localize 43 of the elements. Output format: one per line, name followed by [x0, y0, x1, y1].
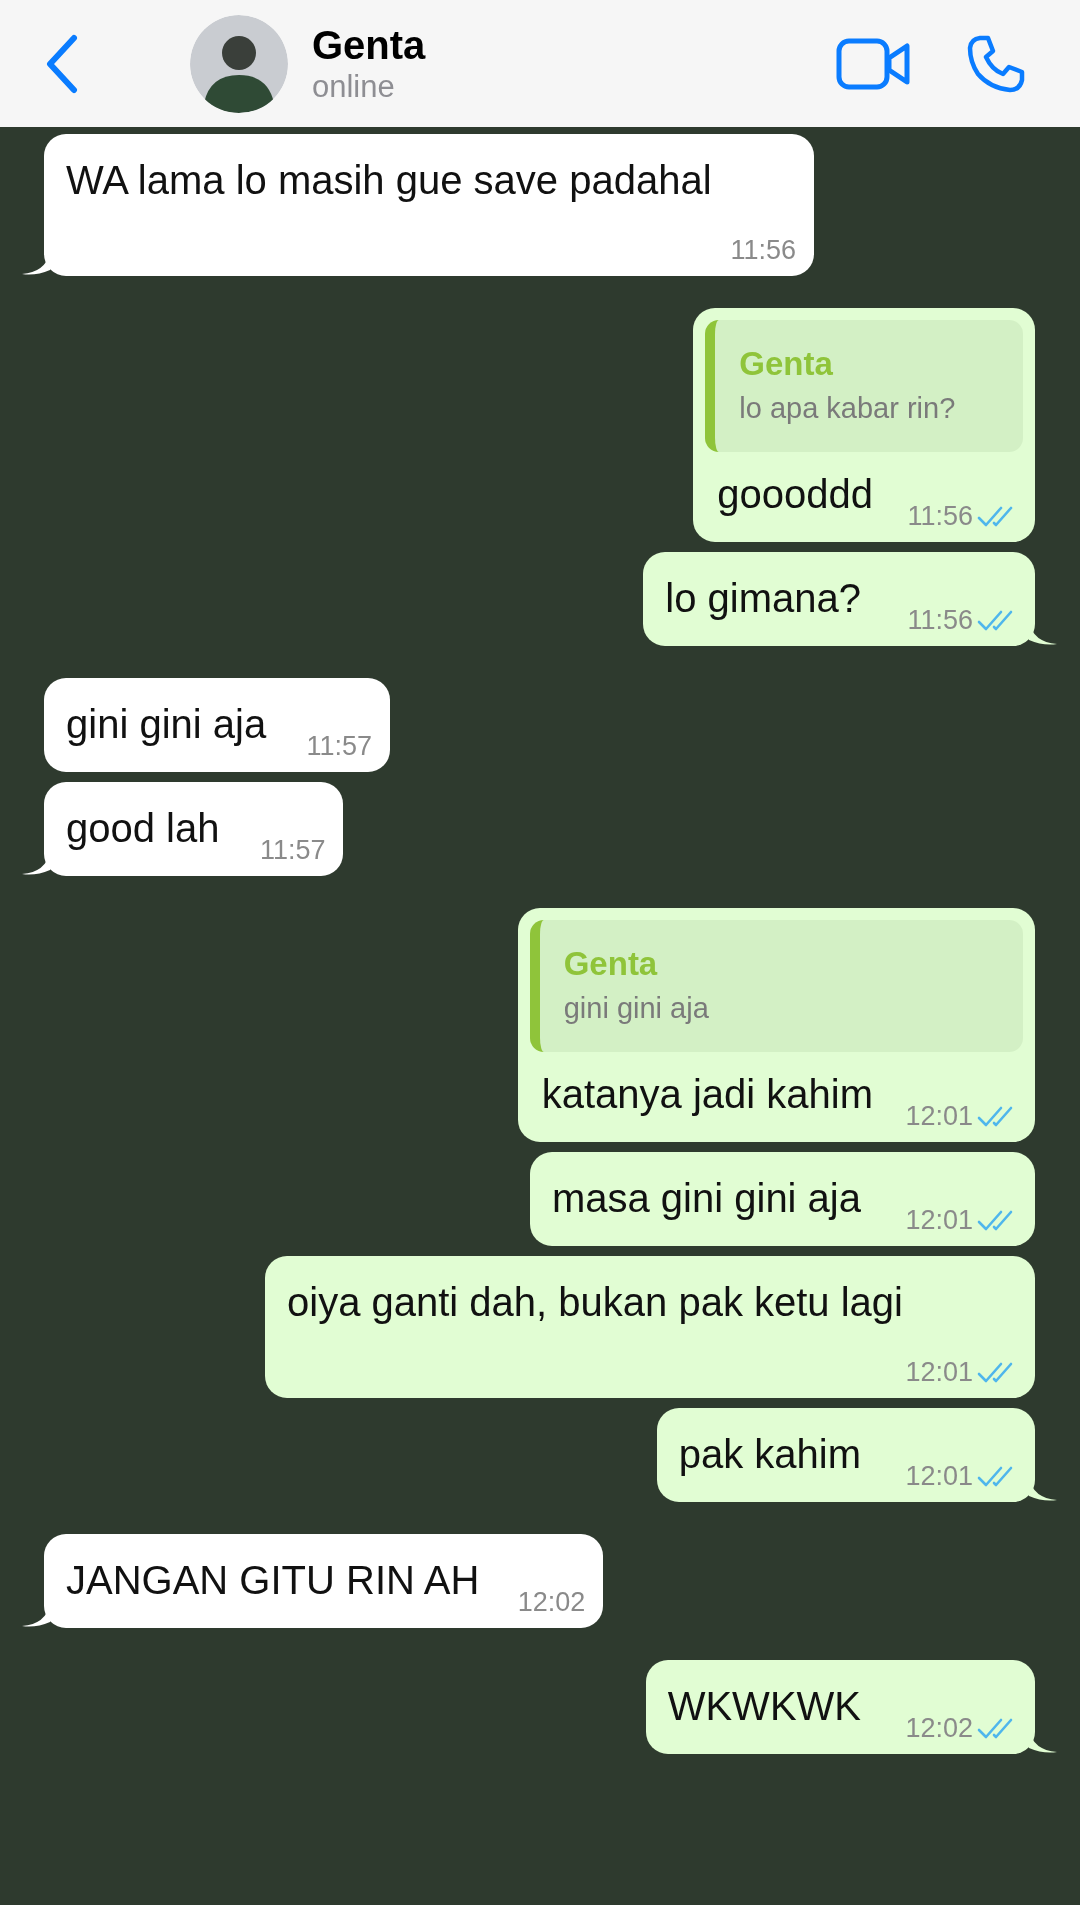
- video-call-icon[interactable]: [836, 37, 910, 90]
- message-text: pak kahim: [678, 1432, 861, 1476]
- message-text: gini gini aja: [66, 702, 267, 746]
- quoted-text: lo apa kabar rin?: [739, 391, 957, 426]
- quoted-author: Genta: [563, 944, 659, 984]
- message-bubble[interactable]: JANGAN GITU RIN AH 12:02: [44, 1534, 604, 1628]
- message-time: 12:01: [905, 1205, 973, 1236]
- quoted-text: gini gini aja: [563, 991, 710, 1026]
- message-time: 12:01: [905, 1101, 973, 1132]
- message-text: WA lama lo masih gue save padahal: [66, 158, 712, 202]
- message-bubble[interactable]: gini gini aja 11:57: [44, 678, 391, 772]
- phone-icon[interactable]: [966, 33, 1026, 94]
- message-bubble[interactable]: good lah 11:57: [44, 782, 344, 876]
- message-bubble[interactable]: Genta lo apa kabar rin? goooddd 11:56: [693, 308, 1035, 542]
- message-text: WKWKWK: [667, 1684, 861, 1728]
- message-text: lo gimana?: [665, 576, 861, 620]
- contact-name: Genta: [312, 21, 427, 68]
- message-time: 12:02: [517, 1587, 586, 1618]
- message-time: 12:01: [905, 1357, 973, 1388]
- message-bubble[interactable]: oiya ganti dah, bukan pak ketu lagi 12:01: [265, 1256, 1035, 1398]
- avatar[interactable]: [190, 14, 288, 113]
- message-time: 12:01: [905, 1461, 973, 1492]
- quoted-author: Genta: [739, 344, 834, 384]
- message-time: 11:57: [306, 731, 373, 762]
- message-text: good lah: [66, 806, 220, 850]
- message-bubble[interactable]: masa gini gini aja 12:01: [529, 1152, 1035, 1246]
- message-text: masa gini gini aja: [551, 1176, 861, 1220]
- message-time: 11:56: [730, 235, 796, 266]
- message-bubble[interactable]: WKWKWK 12:02: [645, 1660, 1035, 1754]
- message-time: 11:56: [907, 501, 973, 532]
- message-text: JANGAN GITU RIN AH: [66, 1558, 480, 1602]
- message-bubble[interactable]: Genta gini gini aja katanya jadi kahim 12:01: [517, 908, 1035, 1142]
- message-text: katanya jadi kahim: [541, 1072, 873, 1116]
- message-time: 11:57: [259, 835, 326, 866]
- contact-status: online: [312, 67, 396, 106]
- message-text: oiya ganti dah, bukan pak ketu lagi: [287, 1280, 903, 1324]
- message-text: goooddd: [717, 472, 873, 516]
- message-bubble[interactable]: WA lama lo masih gue save padahal 11:56: [44, 134, 814, 276]
- message-bubble[interactable]: pak kahim 12:01: [656, 1408, 1035, 1502]
- message-time: 11:56: [907, 605, 973, 636]
- message-time: 12:02: [905, 1713, 973, 1744]
- message-bubble[interactable]: lo gimana? 11:56: [643, 552, 1035, 646]
- back-icon[interactable]: [44, 33, 80, 94]
